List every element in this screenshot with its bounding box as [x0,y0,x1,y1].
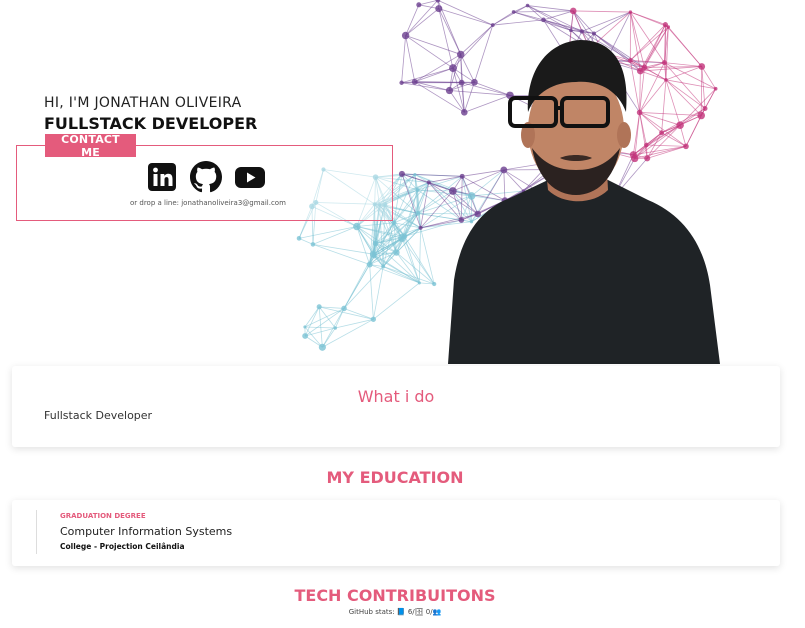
contact-me-button[interactable]: CONTACT ME [45,133,136,159]
education-degree: GRADUATION DEGREE [60,512,146,520]
contact-email-line[interactable]: or drop a line: jonathanoliveira3@gmail.… [130,199,286,207]
timeline-line [36,510,37,554]
profile-photo [448,40,720,364]
education-card: GRADUATION DEGREE Computer Information S… [12,500,780,566]
hero-greeting: HI, I'M JONATHAN OLIVEIRA [44,95,242,111]
education-course: Computer Information Systems [60,525,233,538]
what-i-do-text: Fullstack Developer [44,409,153,422]
what-i-do-card: What i do Fullstack Developer [12,366,780,447]
linkedin-icon[interactable] [146,161,178,193]
youtube-icon[interactable] [234,161,266,193]
tech-contributions-title: TECH CONTRIBUITONS [294,586,496,605]
github-stats: GitHub stats: 📘 6/🗄 0/👥 [348,608,442,616]
hero-intro: HI, I'M JONATHAN OLIVEIRA FULLSTACK DEVE… [44,95,257,133]
github-icon[interactable] [190,161,222,193]
social-links [146,161,266,193]
hero-role: FULLSTACK DEVELOPER [44,114,258,133]
education-school: College - Projection Ceilândia [60,542,185,551]
education-title: MY EDUCATION [326,468,464,487]
what-i-do-title: What i do [357,387,435,406]
